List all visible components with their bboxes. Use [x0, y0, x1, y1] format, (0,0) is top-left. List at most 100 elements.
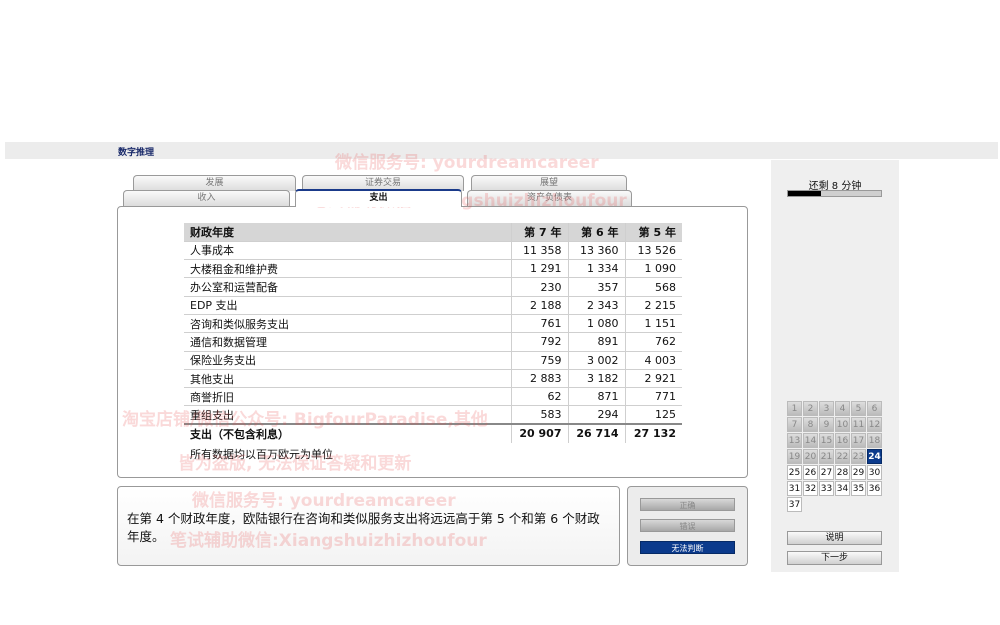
value-cell: 4 003: [625, 351, 682, 369]
question-30-button[interactable]: 30: [867, 465, 882, 480]
header-fiscal-year: 财政年度: [184, 223, 511, 241]
app-title: 数字推理: [118, 145, 154, 158]
question-25-button[interactable]: 25: [787, 465, 802, 480]
table-row: 保险业务支出7593 0024 003: [184, 351, 682, 369]
question-32-button[interactable]: 32: [803, 481, 818, 496]
question-31-button[interactable]: 31: [787, 481, 802, 496]
value-cell: 294: [568, 406, 625, 424]
answer-false-button[interactable]: 错误: [640, 519, 735, 532]
question-22-button[interactable]: 22: [835, 449, 850, 464]
tab-development[interactable]: 发展: [133, 175, 296, 191]
value-cell: 26 714: [568, 424, 625, 442]
question-navigator: 1234567891011121314151617181920212223242…: [787, 401, 883, 512]
tab-expenses[interactable]: 支出: [295, 189, 462, 207]
value-cell: 3 002: [568, 351, 625, 369]
value-cell: 62: [511, 388, 568, 406]
value-cell: 568: [625, 278, 682, 296]
time-progress-bar: [787, 190, 882, 197]
tab-balance-sheet[interactable]: 资产负债表: [467, 190, 632, 206]
question-7-button[interactable]: 7: [787, 417, 802, 432]
time-progress-fill: [788, 191, 821, 196]
question-16-button[interactable]: 16: [835, 433, 850, 448]
label-cell: 重组支出: [184, 406, 511, 424]
question-4-button[interactable]: 4: [835, 401, 850, 416]
question-12-button[interactable]: 12: [867, 417, 882, 432]
question-10-button[interactable]: 10: [835, 417, 850, 432]
label-cell: 保险业务支出: [184, 351, 511, 369]
question-34-button[interactable]: 34: [835, 481, 850, 496]
value-cell: 1 080: [568, 314, 625, 332]
question-36-button[interactable]: 36: [867, 481, 882, 496]
table-row: 咨询和类似服务支出7611 0801 151: [184, 314, 682, 332]
header-year-7: 第 7 年: [511, 223, 568, 241]
question-29-button[interactable]: 29: [851, 465, 866, 480]
question-15-button[interactable]: 15: [819, 433, 834, 448]
value-cell: 3 182: [568, 369, 625, 387]
question-37-button[interactable]: 37: [787, 497, 802, 512]
question-20-button[interactable]: 20: [803, 449, 818, 464]
question-18-button[interactable]: 18: [867, 433, 882, 448]
question-2-button[interactable]: 2: [803, 401, 818, 416]
label-cell: EDP 支出: [184, 296, 511, 314]
label-cell: 其他支出: [184, 369, 511, 387]
value-cell: 771: [625, 388, 682, 406]
help-button[interactable]: 说明: [787, 531, 882, 545]
question-26-button[interactable]: 26: [803, 465, 818, 480]
table-row: 办公室和运营配备230357568: [184, 278, 682, 296]
value-cell: 1 291: [511, 260, 568, 278]
question-5-button[interactable]: 5: [851, 401, 866, 416]
value-cell: 871: [568, 388, 625, 406]
value-cell: 1 334: [568, 260, 625, 278]
answer-true-button[interactable]: 正确: [640, 498, 735, 511]
label-cell: 人事成本: [184, 241, 511, 259]
value-cell: 20 907: [511, 424, 568, 442]
value-cell: 11 358: [511, 241, 568, 259]
label-cell: 咨询和类似服务支出: [184, 314, 511, 332]
question-19-button[interactable]: 19: [787, 449, 802, 464]
label-cell: 办公室和运营配备: [184, 278, 511, 296]
value-cell: 759: [511, 351, 568, 369]
value-cell: 762: [625, 333, 682, 351]
table-row: EDP 支出2 1882 3432 215: [184, 296, 682, 314]
question-27-button[interactable]: 27: [819, 465, 834, 480]
value-cell: 2 215: [625, 296, 682, 314]
question-9-button[interactable]: 9: [819, 417, 834, 432]
question-21-button[interactable]: 21: [819, 449, 834, 464]
value-cell: 891: [568, 333, 625, 351]
next-button[interactable]: 下一步: [787, 551, 882, 565]
tab-income[interactable]: 收入: [123, 190, 290, 206]
answer-cannot-say-button[interactable]: 无法判断: [640, 541, 735, 554]
question-24-button[interactable]: 24: [867, 449, 882, 464]
value-cell: 1 090: [625, 260, 682, 278]
question-text: 在第 4 个财政年度，欧陆银行在咨询和类似服务支出将远远高于第 5 个和第 6 …: [127, 510, 607, 546]
value-cell: 792: [511, 333, 568, 351]
question-1-button[interactable]: 1: [787, 401, 802, 416]
label-cell: 商誉折旧: [184, 388, 511, 406]
units-note: 所有数据均以百万欧元为单位: [190, 446, 333, 462]
table-row: 通信和数据管理792891762: [184, 333, 682, 351]
question-33-button[interactable]: 33: [819, 481, 834, 496]
value-cell: 13 526: [625, 241, 682, 259]
table-row: 大楼租金和维护费1 2911 3341 090: [184, 260, 682, 278]
question-14-button[interactable]: 14: [803, 433, 818, 448]
header-year-6: 第 6 年: [568, 223, 625, 241]
question-28-button[interactable]: 28: [835, 465, 850, 480]
tab-outlook[interactable]: 展望: [471, 175, 627, 191]
question-35-button[interactable]: 35: [851, 481, 866, 496]
label-cell: 支出（不包含利息）: [184, 424, 511, 442]
question-23-button[interactable]: 23: [851, 449, 866, 464]
question-13-button[interactable]: 13: [787, 433, 802, 448]
value-cell: 357: [568, 278, 625, 296]
table-row: 商誉折旧62871771: [184, 388, 682, 406]
value-cell: 2 343: [568, 296, 625, 314]
question-3-button[interactable]: 3: [819, 401, 834, 416]
value-cell: 583: [511, 406, 568, 424]
label-cell: 通信和数据管理: [184, 333, 511, 351]
question-11-button[interactable]: 11: [851, 417, 866, 432]
value-cell: 2 883: [511, 369, 568, 387]
label-cell: 大楼租金和维护费: [184, 260, 511, 278]
question-17-button[interactable]: 17: [851, 433, 866, 448]
value-cell: 125: [625, 406, 682, 424]
question-6-button[interactable]: 6: [867, 401, 882, 416]
question-8-button[interactable]: 8: [803, 417, 818, 432]
